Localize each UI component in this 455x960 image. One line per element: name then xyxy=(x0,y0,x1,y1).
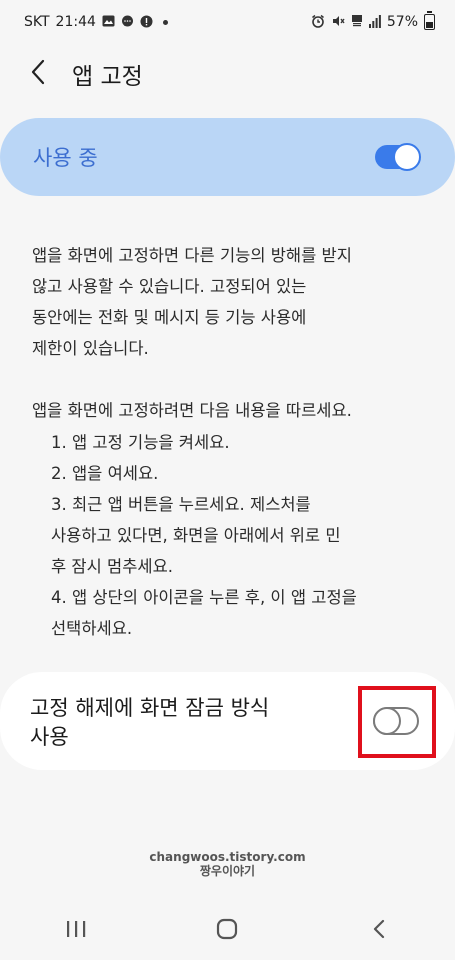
watermark-url: changwoos.tistory.com xyxy=(149,850,306,864)
app-bar: 앱 고정 xyxy=(0,44,455,104)
description-line: 동안에는 전화 및 메시지 등 기능 사용에 xyxy=(32,308,307,327)
notification-dot xyxy=(162,19,168,25)
master-toggle[interactable] xyxy=(375,143,421,171)
screen-lock-label: 고정 해제에 화면 잠금 방식 사용 xyxy=(30,694,320,752)
status-bar: SKT 21:44 57% xyxy=(0,0,455,44)
step-line: 4. 앱 상단의 아이콘을 누른 후, 이 앱 고정을 xyxy=(51,588,357,607)
toggle-knob xyxy=(393,143,421,171)
battery-percent: 57% xyxy=(386,14,418,30)
battery-level xyxy=(426,22,433,28)
chat-icon xyxy=(121,15,134,30)
status-left: SKT 21:44 xyxy=(24,14,168,30)
master-switch-label: 사용 중 xyxy=(33,146,98,170)
toggle-knob xyxy=(373,707,401,735)
battery-icon xyxy=(424,11,435,30)
instructions-title: 앱을 화면에 고정하려면 다음 내용을 따르세요. xyxy=(32,401,352,420)
volte-icon xyxy=(351,14,363,30)
step-line: 사용하고 있다면, 화면을 아래에서 위로 민 xyxy=(51,526,341,545)
chevron-left-icon xyxy=(30,59,46,89)
mute-icon xyxy=(331,14,345,30)
navigation-bar xyxy=(0,902,455,960)
signal-icon xyxy=(368,14,381,30)
recent-apps-icon xyxy=(65,919,87,943)
recent-apps-button[interactable] xyxy=(46,906,106,956)
home-button[interactable] xyxy=(197,906,257,956)
screen-lock-label-line2: 사용 xyxy=(30,725,69,749)
status-right: 57% xyxy=(311,11,435,30)
description-text: 앱을 화면에 고정하면 다른 기능의 방해를 받지 않고 사용할 수 있습니다.… xyxy=(32,240,427,364)
page-title: 앱 고정 xyxy=(72,64,143,90)
description-line: 않고 사용할 수 있습니다. 고정되어 있는 xyxy=(32,277,307,296)
carrier-label: SKT xyxy=(24,14,50,30)
description-line: 앱을 화면에 고정하면 다른 기능의 방해를 받지 xyxy=(32,246,352,265)
instruction-steps: 1. 앱 고정 기능을 켜세요. 2. 앱을 여세요. 3. 최근 앱 버튼을 … xyxy=(51,427,431,644)
back-icon xyxy=(372,918,386,944)
step-line: 3. 최근 앱 버튼을 누르세요. 제스처를 xyxy=(51,495,311,514)
message-icon xyxy=(140,15,153,30)
description-line: 제한이 있습니다. xyxy=(32,339,149,358)
clock: 21:44 xyxy=(55,14,96,30)
step-line: 선택하세요. xyxy=(51,619,133,638)
alarm-icon xyxy=(311,14,325,30)
step-line: 2. 앱을 여세요. xyxy=(51,464,159,483)
home-icon xyxy=(215,917,239,945)
step-line: 1. 앱 고정 기능을 켜세요. xyxy=(51,433,230,452)
master-switch-bar[interactable]: 사용 중 xyxy=(0,118,455,196)
screen-lock-toggle[interactable] xyxy=(373,707,419,735)
watermark-name: 짱우이야기 xyxy=(199,864,256,878)
screen-lock-label-line1: 고정 해제에 화면 잠금 방식 xyxy=(30,696,270,720)
back-button[interactable] xyxy=(8,44,68,104)
watermark: changwoos.tistory.com 짱우이야기 xyxy=(0,850,455,878)
step-line: 후 잠시 멈추세요. xyxy=(51,557,173,576)
nav-back-button[interactable] xyxy=(349,906,409,956)
gallery-icon xyxy=(102,15,115,29)
